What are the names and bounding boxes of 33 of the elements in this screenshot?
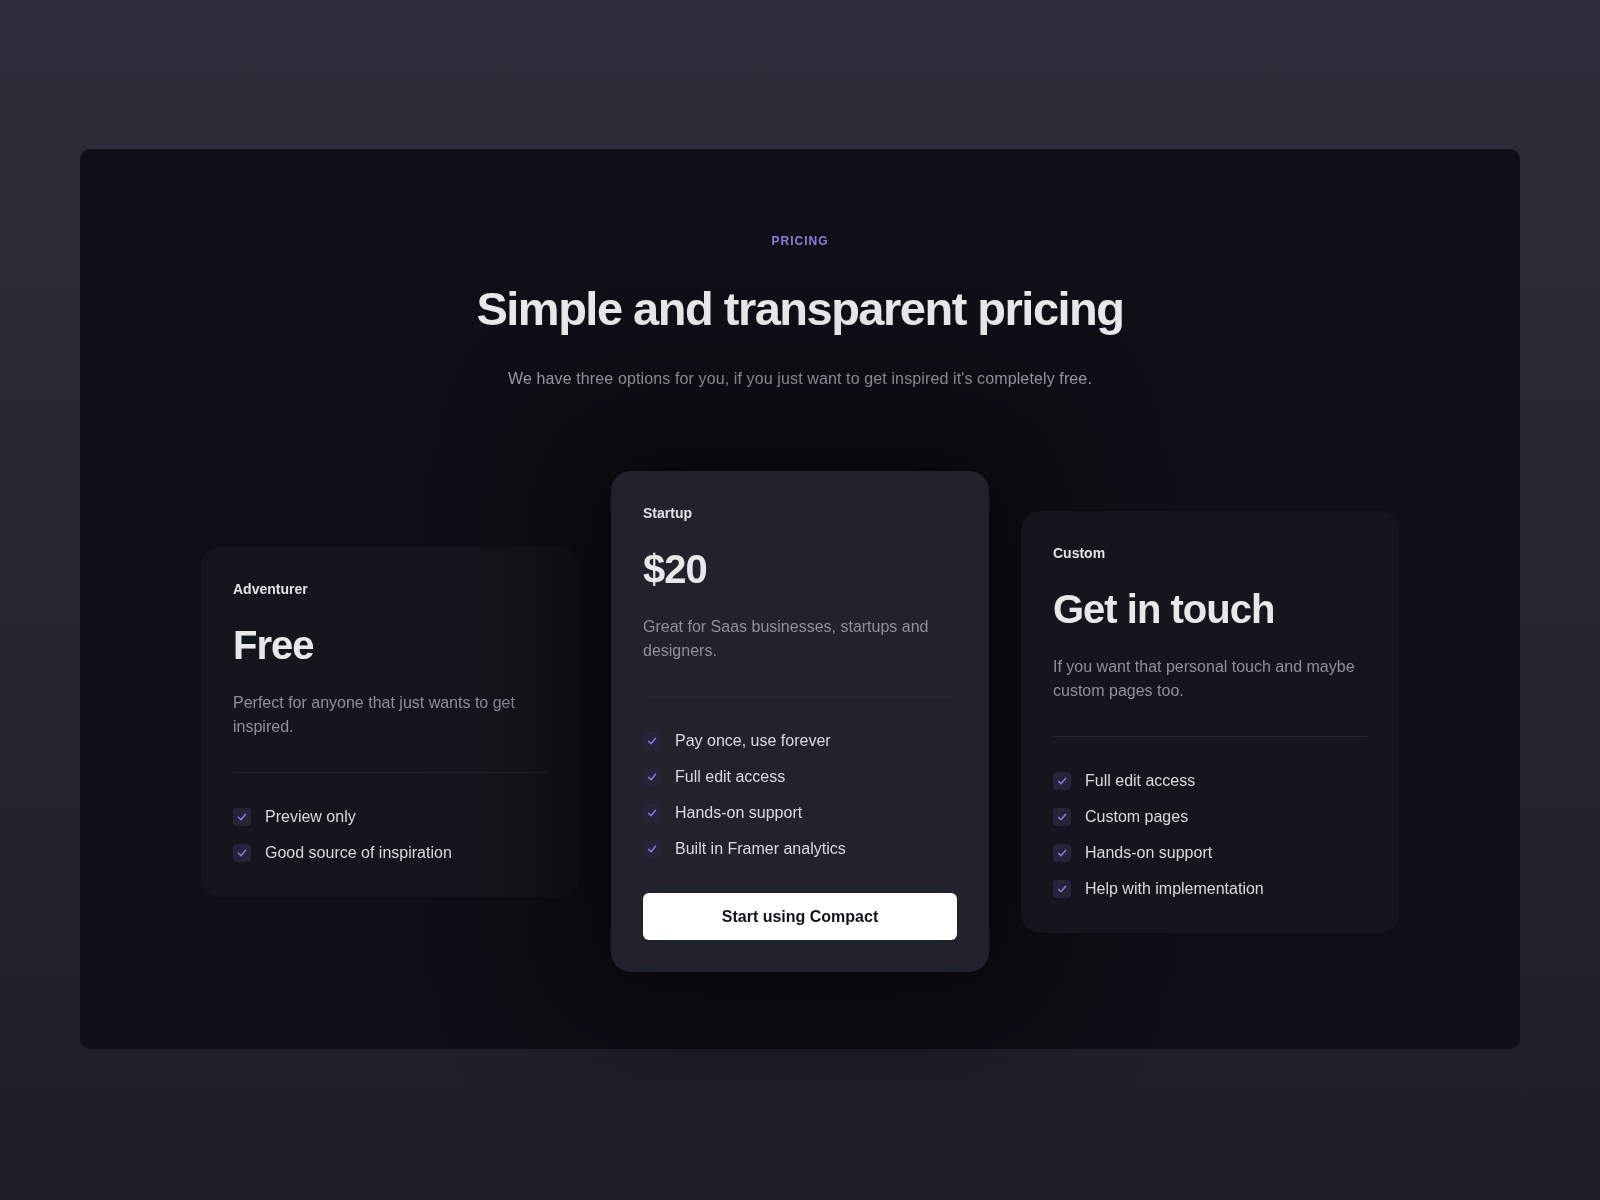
check-icon bbox=[233, 807, 251, 826]
check-icon bbox=[643, 840, 661, 858]
check-icon bbox=[233, 843, 251, 862]
section-eyebrow: PRICING bbox=[771, 233, 829, 249]
section-subtitle: We have three options for you, if you just want to get inspired it's completely free. bbox=[508, 369, 1092, 389]
plan-description: Great for Saas businesses, startups and designers. bbox=[643, 617, 930, 661]
plan-name: Startup bbox=[643, 504, 693, 523]
plan-price: Get in touch bbox=[1053, 585, 1276, 633]
section-title: Simple and transparent pricing bbox=[476, 281, 1124, 337]
check-icon bbox=[1053, 843, 1071, 862]
check-icon bbox=[1053, 771, 1071, 790]
feature-text: Good source of inspiration bbox=[265, 842, 452, 863]
plan-name: Adventurer bbox=[233, 579, 309, 599]
plan-description: Perfect for anyone that just wants to get inspired. bbox=[233, 692, 516, 737]
plan-name: Custom bbox=[1053, 543, 1107, 563]
plan-price: Free bbox=[233, 621, 315, 669]
feature-text: Hands-on support bbox=[675, 803, 803, 823]
feature-text: Built in Framer analytics bbox=[675, 839, 846, 859]
feature-text: Preview only bbox=[265, 806, 356, 827]
check-icon bbox=[643, 804, 661, 822]
feature-text: Full edit access bbox=[1085, 770, 1196, 791]
feature-text: Custom pages bbox=[1085, 806, 1189, 827]
start-button[interactable]: Start using Compact bbox=[643, 893, 957, 940]
plan-description: If you want that personal touch and maybe custom pages too. bbox=[1053, 656, 1356, 701]
feature-text: Hands-on support bbox=[1085, 842, 1213, 863]
feature-text: Help with implementation bbox=[1085, 878, 1264, 899]
check-icon bbox=[643, 732, 661, 750]
check-icon bbox=[643, 768, 661, 786]
check-icon bbox=[1053, 807, 1071, 826]
feature-text: Pay once, use forever bbox=[675, 731, 831, 751]
check-icon bbox=[1053, 879, 1071, 898]
plan-price: $20 bbox=[643, 546, 708, 593]
feature-text: Full edit access bbox=[675, 767, 786, 787]
